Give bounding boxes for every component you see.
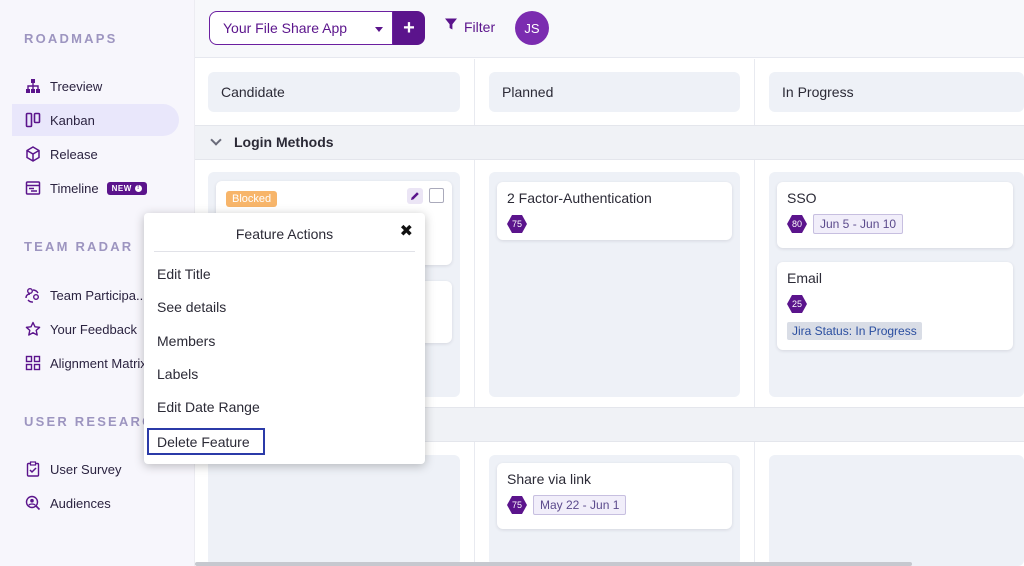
column-header-in-progress: In Progress: [769, 72, 1024, 112]
sidebar-item-treeview[interactable]: Treeview: [12, 70, 179, 102]
sidebar-item-label: Audiences: [50, 495, 111, 511]
lane-candidate-2: [208, 455, 460, 566]
card-title: 2 Factor-Authentication: [507, 190, 652, 206]
team-icon: [24, 286, 42, 304]
horizontal-scrollbar[interactable]: [195, 562, 912, 566]
caret-down-icon: [375, 27, 383, 32]
lane-in-progress-2: [769, 455, 1024, 566]
card-select-checkbox[interactable]: [429, 188, 444, 203]
column-header-planned: Planned: [489, 72, 740, 112]
card-title: Share via link: [507, 471, 592, 487]
feature-card-2fa[interactable]: 2 Factor-Authentication 75: [497, 182, 732, 240]
group-toggle-login-methods[interactable]: Login Methods: [210, 134, 334, 150]
add-button[interactable]: +: [393, 11, 425, 45]
sidebar-item-release[interactable]: Release: [12, 138, 179, 170]
sidebar-item-timeline[interactable]: Timeline NEW!: [12, 172, 179, 204]
column-header-candidate: Candidate: [208, 72, 460, 112]
date-range-chip: Jun 5 - Jun 10: [813, 214, 904, 234]
popup-divider: [154, 251, 415, 252]
date-range-chip: May 22 - Jun 1: [533, 495, 627, 515]
tree-icon: [24, 77, 42, 95]
app-select-dropdown[interactable]: Your File Share App: [209, 11, 393, 45]
pencil-icon: [411, 192, 419, 200]
card-title: SSO: [787, 190, 817, 206]
jira-status-chip: Jira Status: In Progress: [787, 322, 922, 340]
menu-item-see-details[interactable]: See details: [147, 293, 265, 320]
sidebar-item-label: Your Feedback: [50, 321, 137, 337]
timeline-icon: [24, 179, 42, 197]
sidebar-item-label: Alignment Matrix: [50, 355, 147, 371]
sidebar-item-label: Team Participa...: [50, 287, 147, 303]
card-title: Email: [787, 270, 823, 286]
cube-icon: [24, 145, 42, 163]
plus-icon: +: [403, 16, 415, 39]
user-search-icon: [24, 494, 42, 512]
score-badge: 75: [507, 215, 527, 233]
new-badge: NEW!: [106, 181, 147, 195]
menu-item-members[interactable]: Members: [147, 327, 265, 354]
group-title: Login Methods: [234, 134, 334, 150]
menu-item-delete-feature[interactable]: Delete Feature: [147, 428, 265, 455]
score-badge: 75: [507, 496, 527, 514]
grid-icon: [24, 354, 42, 372]
feature-card-share-via-link[interactable]: Share via link 75 May 22 - Jun 1: [497, 463, 732, 529]
sidebar-item-label: Timeline: [50, 180, 99, 196]
feature-actions-popup: Feature Actions ✖ Edit Title See details…: [144, 213, 425, 464]
sidebar-item-label: Treeview: [50, 78, 103, 94]
sidebar-item-kanban[interactable]: Kanban: [12, 104, 179, 136]
menu-item-labels[interactable]: Labels: [147, 360, 265, 387]
section-title-roadmaps: ROADMAPS: [24, 31, 118, 46]
score-badge: 80: [787, 215, 807, 233]
info-icon: !: [134, 184, 142, 192]
sidebar-item-label: User Survey: [50, 461, 122, 477]
close-icon[interactable]: ✖: [400, 221, 413, 241]
blocked-tag: Blocked: [226, 191, 278, 207]
filter-label: Filter: [464, 18, 496, 35]
star-icon: [24, 320, 42, 338]
feature-card-email[interactable]: Email 25 Jira Status: In Progress: [777, 262, 1013, 350]
score-badge: 25: [787, 295, 807, 313]
kanban-icon: [24, 111, 42, 129]
sidebar-item-label: Release: [50, 146, 98, 162]
app-select-value: Your File Share App: [223, 20, 348, 36]
chevron-down-icon: [210, 134, 222, 146]
sidebar-item-audiences[interactable]: Audiences: [12, 487, 179, 519]
clipboard-check-icon: [24, 460, 42, 478]
menu-item-edit-date-range[interactable]: Edit Date Range: [147, 393, 265, 420]
sidebar-item-label: Kanban: [50, 112, 95, 128]
section-title-team-radar: TEAM RADAR: [24, 239, 134, 254]
menu-item-edit-title[interactable]: Edit Title: [147, 260, 265, 287]
filter-button[interactable]: Filter: [444, 17, 495, 36]
popup-title: Feature Actions: [235, 226, 334, 242]
top-bar: Your File Share App + Filter JS: [195, 0, 1024, 58]
avatar[interactable]: JS: [515, 11, 549, 45]
filter-icon: [444, 17, 458, 36]
new-badge-text: NEW: [111, 183, 132, 193]
feature-card-sso[interactable]: SSO 80 Jun 5 - Jun 10: [777, 182, 1013, 248]
edit-pencil-button[interactable]: [407, 188, 423, 204]
